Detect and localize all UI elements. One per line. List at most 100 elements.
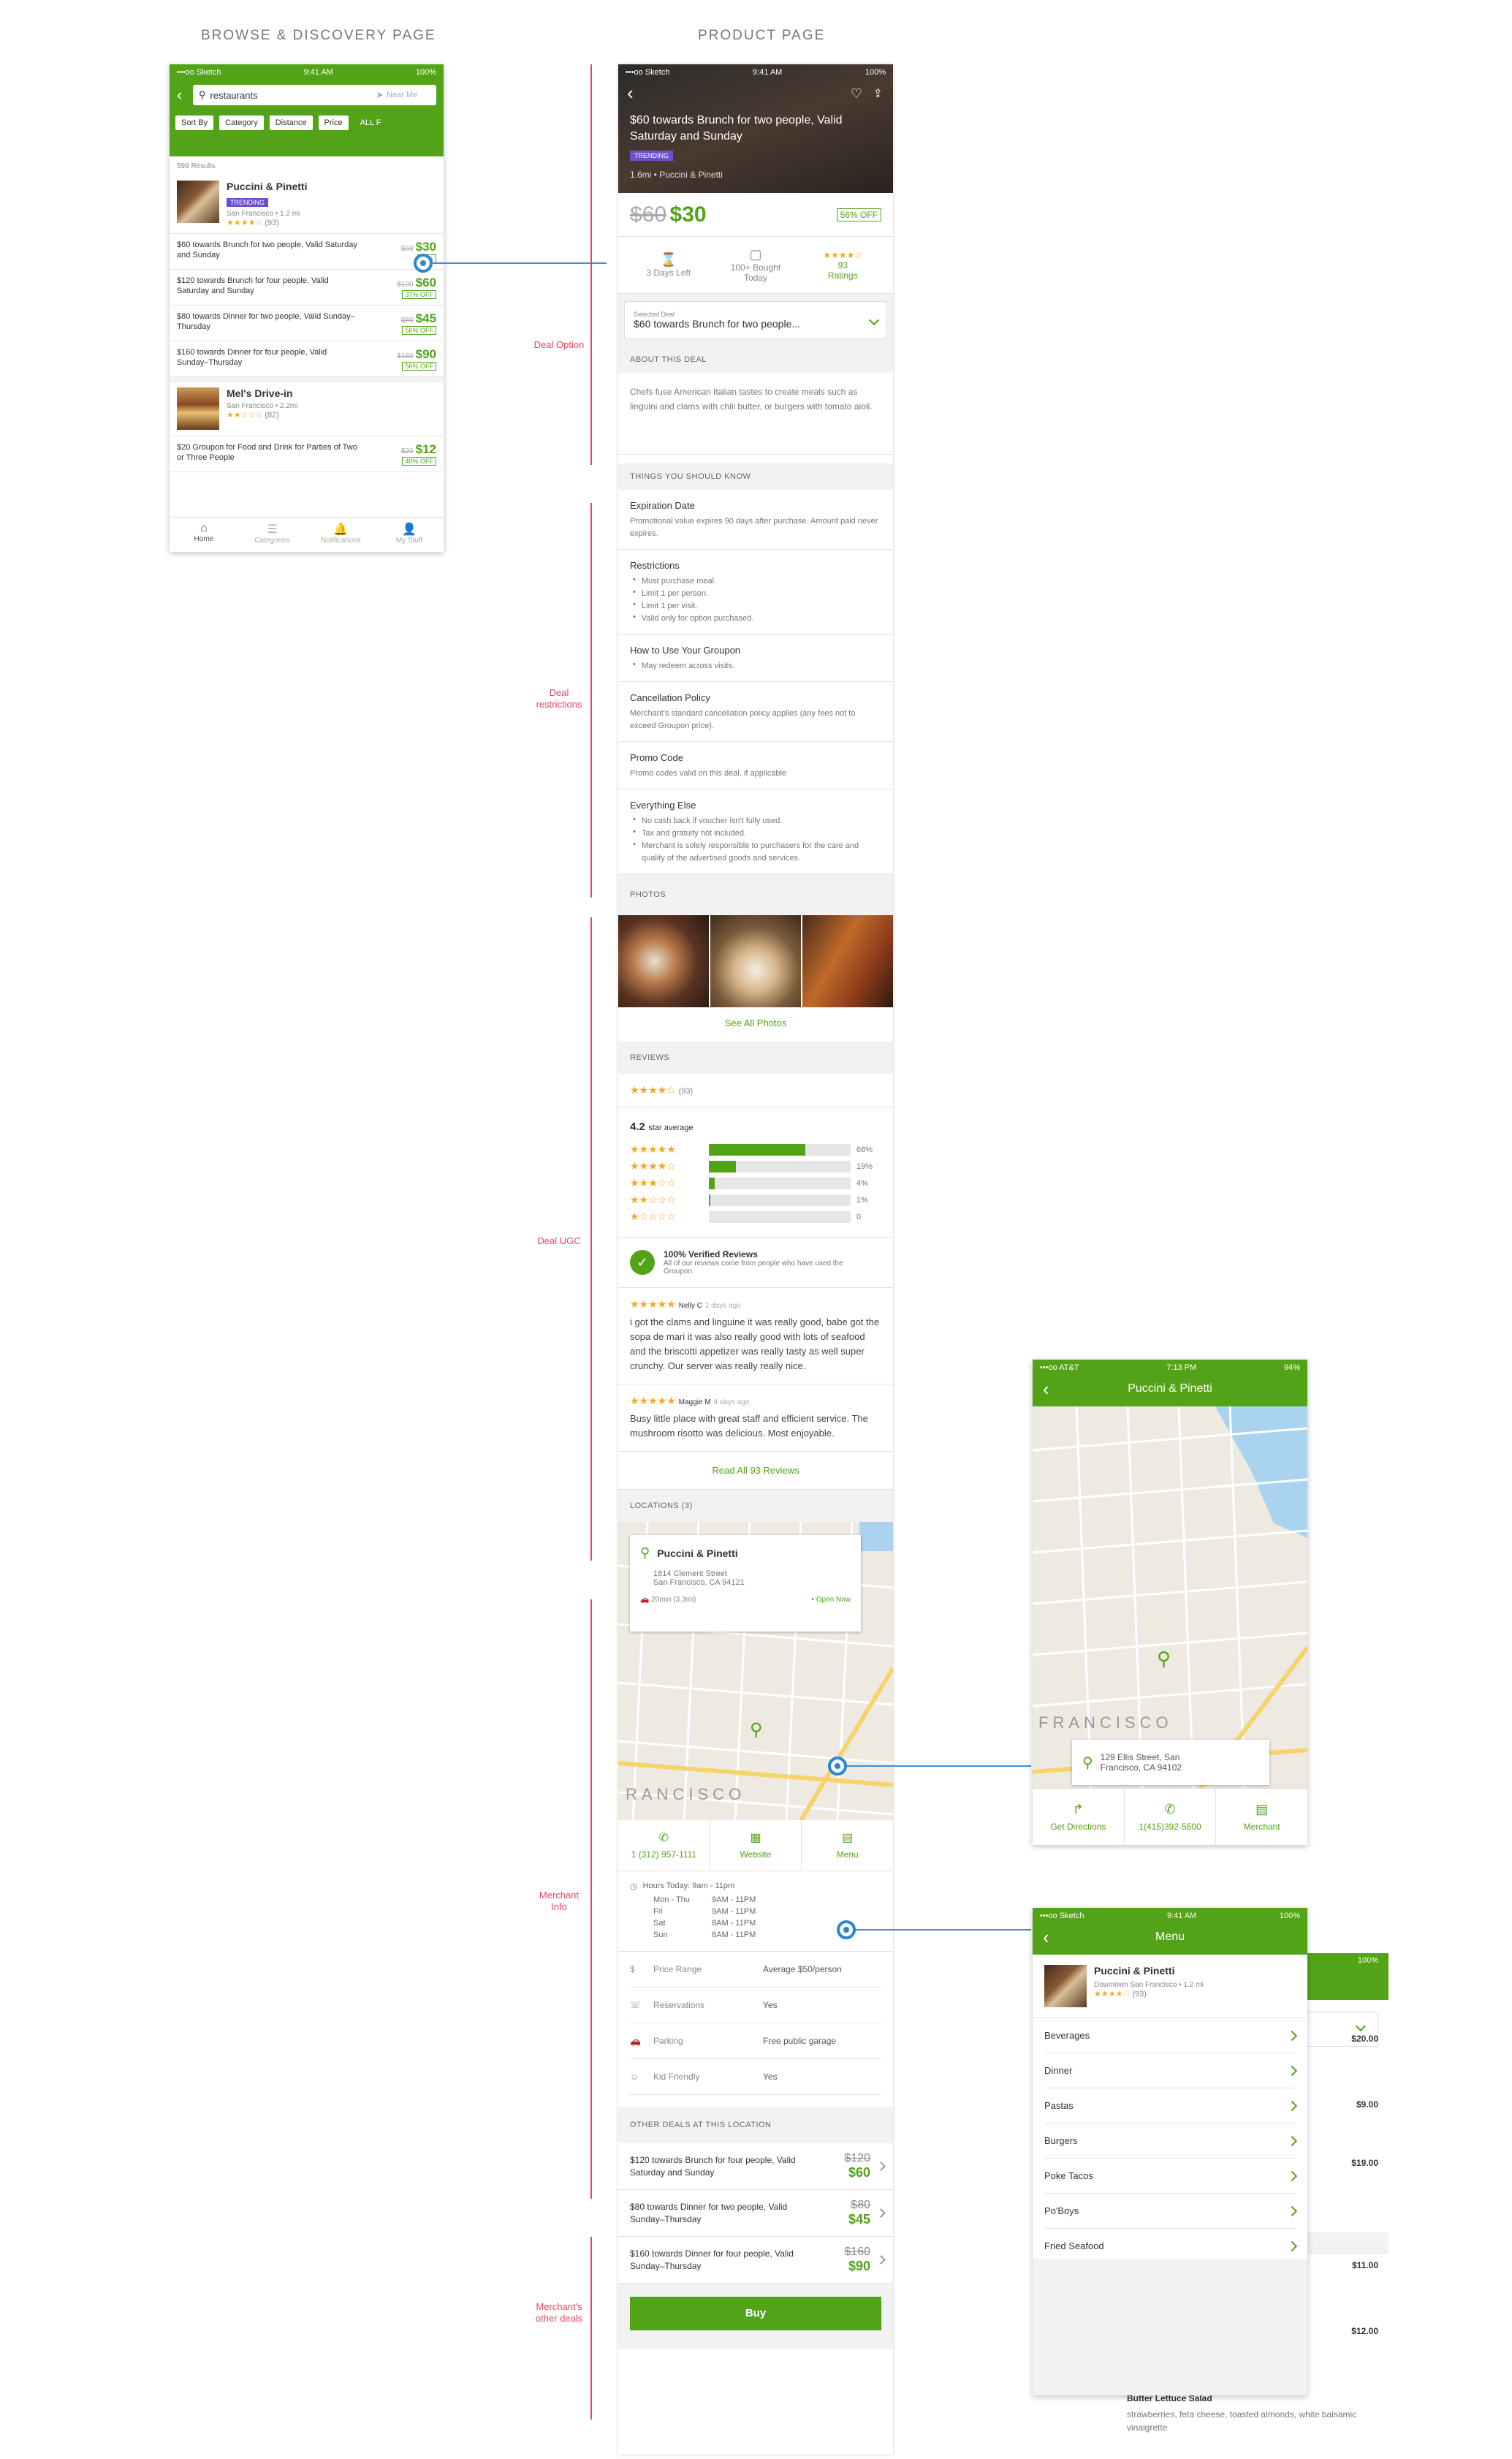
reviews-count: (93) bbox=[678, 1087, 694, 1096]
back-icon[interactable]: ‹ bbox=[1043, 1924, 1049, 1950]
deal-selector[interactable]: Selected Deal $60 towards Brunch for two … bbox=[624, 301, 887, 339]
deal-row[interactable]: $160 towards Dinner for four people, Val… bbox=[170, 341, 444, 377]
map-action-1[interactable]: ✆ 1(415)392-5500 bbox=[1125, 1789, 1217, 1845]
menu-category-item[interactable]: Burgers bbox=[1044, 2123, 1298, 2159]
read-all-reviews-link[interactable]: Read All 93 Reviews bbox=[618, 1452, 893, 1490]
action-phone[interactable]: ✆ 1 (312) 957-1111 bbox=[618, 1820, 710, 1871]
action-label: Website bbox=[740, 1849, 772, 1860]
merchant-card[interactable]: Mel's Drive-in San Francisco • 2.2mi ★★☆☆☆… bbox=[170, 383, 444, 436]
location-icon: ➤ bbox=[376, 89, 384, 100]
heart-icon[interactable]: ♡ bbox=[851, 86, 862, 102]
deal-row[interactable]: $120 towards Brunch for four people, Val… bbox=[170, 270, 444, 306]
near-input[interactable]: Near Me bbox=[387, 91, 430, 99]
tab-notifications[interactable]: 🔔 Notifications bbox=[307, 518, 376, 552]
reservation-icon: ☏ bbox=[630, 2000, 642, 2010]
photo-3[interactable] bbox=[802, 915, 893, 1007]
photo-2[interactable] bbox=[710, 915, 801, 1007]
action-menu[interactable]: ▤ Menu bbox=[802, 1820, 893, 1871]
map-action-0[interactable]: ↱ Get Directions bbox=[1033, 1789, 1125, 1845]
map-pin-icon[interactable]: ⚲ bbox=[1157, 1648, 1171, 1670]
merchant-card[interactable]: Puccini & Pinetti TRENDING San Francisco •… bbox=[170, 176, 444, 234]
photo-strip[interactable] bbox=[618, 915, 893, 1007]
review-text: i got the clams and linguine it was real… bbox=[630, 1316, 880, 1371]
address-card[interactable]: ⚲ 129 Ellis Street, San Francisco, CA 941… bbox=[1072, 1740, 1269, 1785]
other-deal-row[interactable]: $160 towards Dinner for four people, Val… bbox=[618, 2237, 893, 2284]
other-deal-row[interactable]: $80 towards Dinner for two people, Valid… bbox=[618, 2190, 893, 2237]
other-deal-row[interactable]: $120 towards Brunch for four people, Val… bbox=[618, 2143, 893, 2190]
battery-text: 94% bbox=[1283, 1363, 1300, 1372]
discount-badge: 56% OFF bbox=[402, 326, 436, 335]
review: ★★★★★ Maggie M 4 days ago Busy little pla… bbox=[618, 1384, 893, 1452]
search-input[interactable]: restaurants bbox=[210, 90, 376, 101]
menu-empty-area bbox=[1033, 2259, 1307, 2395]
rating-bar-percent: 4% bbox=[856, 1178, 868, 1188]
map-action-2[interactable]: ▤ Merchant bbox=[1216, 1789, 1307, 1845]
review-date: 2 days ago bbox=[704, 1302, 741, 1310]
old-price: $60 bbox=[400, 245, 414, 253]
location-name: Puccini & Pinetti bbox=[657, 1547, 738, 1559]
action-website[interactable]: ▦ Website bbox=[710, 1820, 802, 1871]
back-icon[interactable]: ‹ bbox=[1043, 1376, 1049, 1402]
deal-row[interactable]: $60 towards Brunch for two people, Valid… bbox=[170, 234, 444, 270]
filter-3[interactable]: Price bbox=[318, 115, 349, 130]
full-map[interactable]: ⚲ FRANCISCO ⚲ 129 Ellis Street, San Franc… bbox=[1033, 1406, 1307, 1788]
photo-1[interactable] bbox=[618, 915, 709, 1007]
tab-home[interactable]: ⌂ Home bbox=[170, 518, 238, 552]
know-section: Everything Else • No cash back if voucher … bbox=[618, 789, 893, 874]
location-map[interactable]: ⚲ Puccini & Pinetti 1814 Clement Street S… bbox=[618, 1522, 893, 1820]
filter-4[interactable]: ALL F bbox=[354, 115, 387, 130]
menu-category-label: Beverages bbox=[1044, 2030, 1090, 2041]
rating-bar-percent: 0 bbox=[856, 1212, 862, 1221]
menu-item-description: strawberries, feta cheese, toasted almon… bbox=[1127, 2409, 1357, 2433]
hero-image: •••oo Sketch 9:41 AM 100% ‹ ♡ ⇪ $60 toward… bbox=[618, 64, 893, 193]
see-all-photos-link[interactable]: See All Photos bbox=[618, 1007, 893, 1042]
merchant-rating-count: (82) bbox=[265, 411, 279, 420]
deal-price: $90 bbox=[415, 347, 436, 361]
menu-category-item[interactable]: Pastas bbox=[1044, 2088, 1298, 2123]
annotation-deal-ugc: Deal UGC bbox=[537, 1235, 581, 1246]
merchant-name[interactable]: Mel's Drive-in bbox=[227, 387, 297, 399]
tab-categories[interactable]: ☰ Categories bbox=[238, 518, 307, 552]
know-section: Restrictions • Must purchase meal. • Limit 1… bbox=[618, 550, 893, 634]
review-text: Busy little place with great staff and e… bbox=[630, 1413, 868, 1439]
home-icon: ⌂ bbox=[200, 522, 208, 534]
share-icon[interactable]: ⇪ bbox=[873, 86, 883, 101]
location-card[interactable]: ⚲ Puccini & Pinetti 1814 Clement Street S… bbox=[630, 1535, 861, 1632]
chevron-right-icon bbox=[1286, 2065, 1298, 2076]
website-icon: ▦ bbox=[750, 1832, 761, 1844]
filter-0[interactable]: Sort By bbox=[175, 115, 214, 130]
hours-day: Mon - Thu bbox=[653, 1895, 690, 1904]
back-icon[interactable]: ‹ bbox=[627, 82, 634, 105]
back-icon[interactable]: ‹ bbox=[177, 86, 193, 105]
verified-check-icon: ✓ bbox=[630, 1250, 655, 1275]
tab-my-stuff[interactable]: 👤 My Stuff bbox=[375, 518, 444, 552]
deal-row[interactable]: $20 Groupon for Food and Drink for Parti… bbox=[170, 436, 444, 472]
filter-2[interactable]: Distance bbox=[269, 115, 313, 130]
filter-1[interactable]: Category bbox=[219, 115, 264, 130]
rating-bar-track bbox=[709, 1143, 851, 1156]
merchant-name[interactable]: Puccini & Pinetti bbox=[227, 181, 307, 192]
trending-badge: TRENDING bbox=[227, 198, 268, 207]
menu-category-item[interactable]: Dinner bbox=[1044, 2053, 1298, 2088]
map-area-label: RANCISCO bbox=[626, 1785, 746, 1803]
menu-category-item[interactable]: Poke Tacos bbox=[1044, 2159, 1298, 2194]
menu-category-item[interactable]: Beverages bbox=[1044, 2018, 1298, 2053]
buy-button[interactable]: Buy bbox=[630, 2297, 881, 2330]
location-address-1: 1814 Clement Street bbox=[653, 1569, 727, 1578]
discount-badge: 56% OFF bbox=[402, 362, 436, 371]
hours-day: Sat bbox=[653, 1919, 666, 1928]
chevron-right-icon bbox=[876, 2161, 886, 2171]
product-column-title: PRODUCT PAGE bbox=[698, 28, 826, 43]
map-pin-icon[interactable]: ⚲ bbox=[750, 1719, 763, 1740]
carrier-text: •••oo Sketch bbox=[177, 68, 221, 77]
deal-row[interactable]: $80 towards Dinner for two people, Valid… bbox=[170, 306, 444, 341]
user-icon: 👤 bbox=[402, 523, 417, 536]
search-bar[interactable]: ⚲ restaurants ➤ Near Me bbox=[193, 85, 436, 105]
menu-category-item[interactable]: Po'Boys bbox=[1044, 2194, 1298, 2229]
rating-bar-percent: 19% bbox=[856, 1162, 873, 1171]
menu-category-label: Po'Boys bbox=[1044, 2205, 1079, 2216]
battery-text: 100% bbox=[1279, 1911, 1300, 1920]
annotation-merchant-info: Merchant Info bbox=[539, 1890, 580, 1912]
connector-line bbox=[433, 262, 607, 264]
menu-icon: ▤ bbox=[842, 1832, 854, 1844]
